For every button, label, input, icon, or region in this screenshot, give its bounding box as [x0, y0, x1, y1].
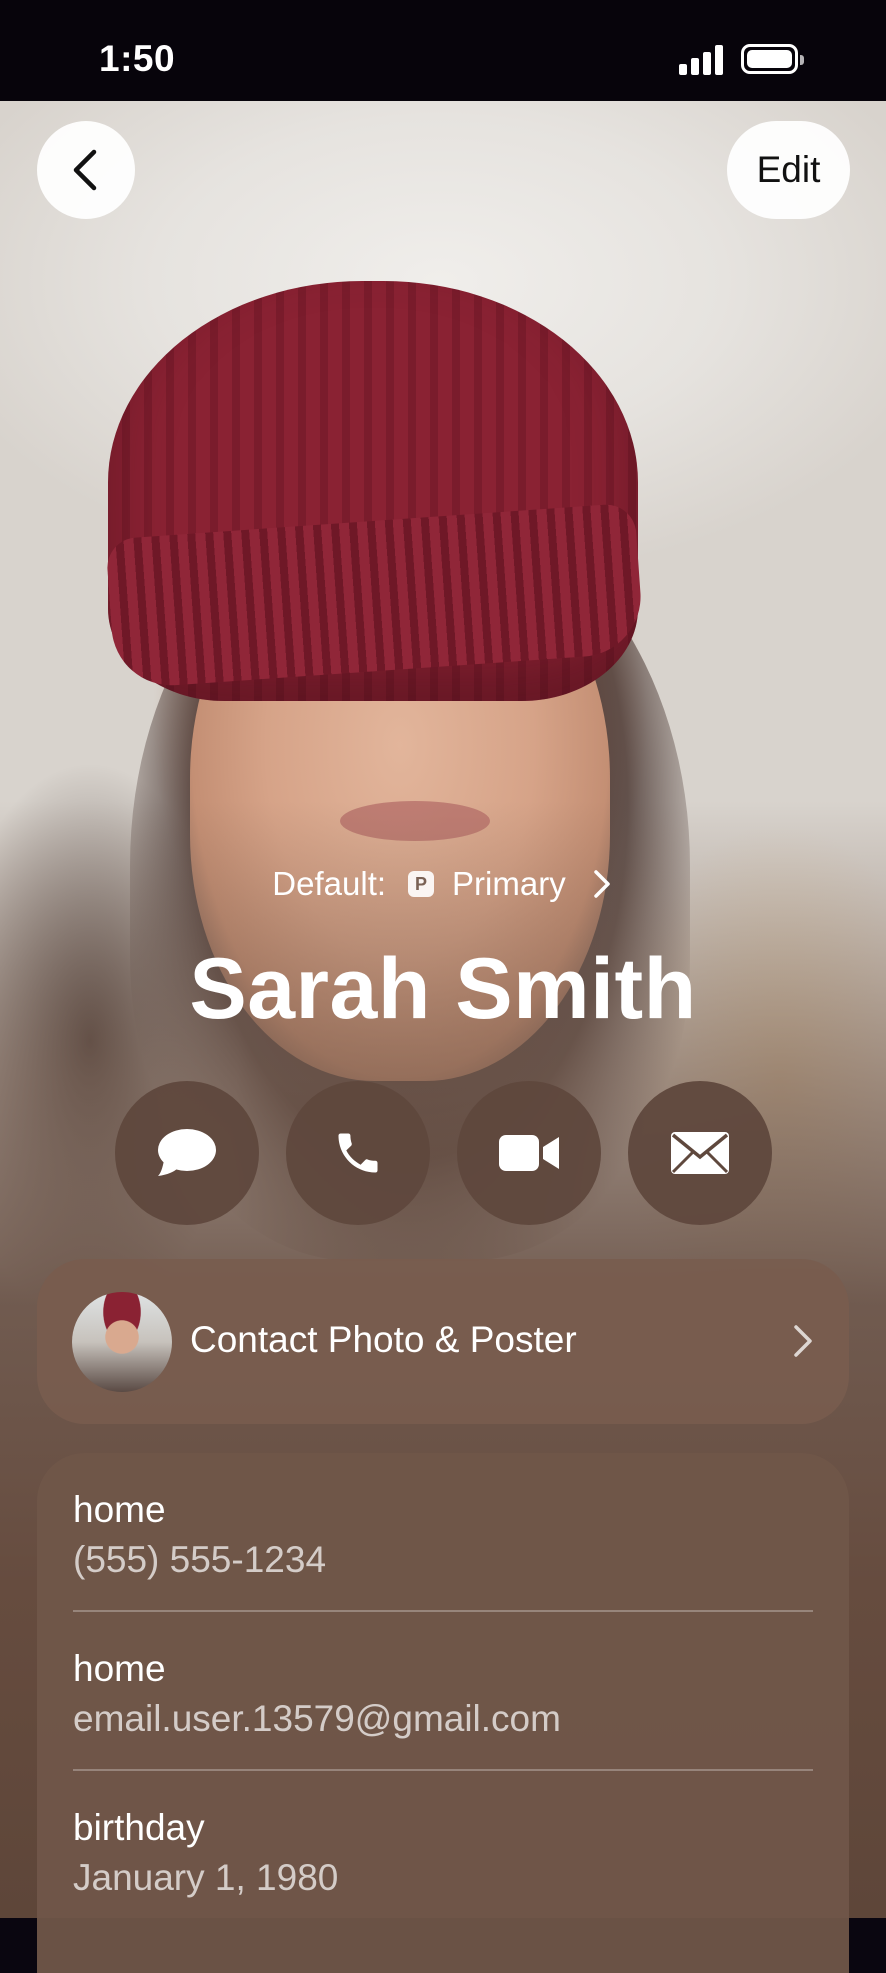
birthday-label: birthday: [73, 1807, 205, 1848]
call-button[interactable]: [286, 1081, 430, 1225]
envelope-icon: [671, 1132, 729, 1174]
chevron-right-icon: [794, 1325, 812, 1357]
phone-label: home: [73, 1489, 166, 1530]
contact-name: Sarah Smith: [189, 941, 697, 1037]
default-account-selector[interactable]: Default: P Primary: [0, 865, 886, 903]
phone-row[interactable]: home (555) 555-1234: [73, 1489, 813, 1581]
email-value[interactable]: email.user.13579@gmail.com: [73, 1698, 813, 1740]
back-button[interactable]: [37, 121, 135, 219]
video-camera-icon: [499, 1135, 559, 1171]
default-label: Default:: [272, 865, 387, 902]
chevron-left-icon: [73, 149, 97, 191]
phone-icon: [338, 1133, 378, 1173]
chevron-right-icon: [593, 870, 610, 898]
mail-button[interactable]: [628, 1081, 772, 1225]
battery-icon: [741, 44, 804, 74]
birthday-row[interactable]: birthday January 1, 1980: [73, 1807, 813, 1899]
contact-photo-poster-row[interactable]: Contact Photo & Poster: [37, 1259, 849, 1424]
cellular-signal-icon: [679, 45, 723, 75]
primary-badge: P: [408, 871, 435, 897]
birthday-value: January 1, 1980: [73, 1857, 339, 1898]
video-call-button[interactable]: [457, 1081, 601, 1225]
email-row[interactable]: home email.user.13579@gmail.com: [73, 1648, 813, 1740]
default-value: Primary: [452, 865, 566, 902]
divider: [73, 1769, 813, 1771]
contact-avatar: [72, 1292, 172, 1392]
contact-details-card: home (555) 555-1234 home email.user.1357…: [37, 1453, 849, 1973]
divider: [73, 1610, 813, 1612]
edit-button[interactable]: Edit: [727, 121, 850, 219]
message-button[interactable]: [115, 1081, 259, 1225]
message-bubble-icon: [158, 1129, 216, 1176]
status-bar: 1:50: [0, 0, 886, 101]
email-label: home: [73, 1648, 166, 1689]
phone-value[interactable]: (555) 555-1234: [73, 1539, 813, 1581]
contact-photo-poster-label: Contact Photo & Poster: [190, 1319, 577, 1360]
status-time: 1:50: [99, 38, 176, 79]
